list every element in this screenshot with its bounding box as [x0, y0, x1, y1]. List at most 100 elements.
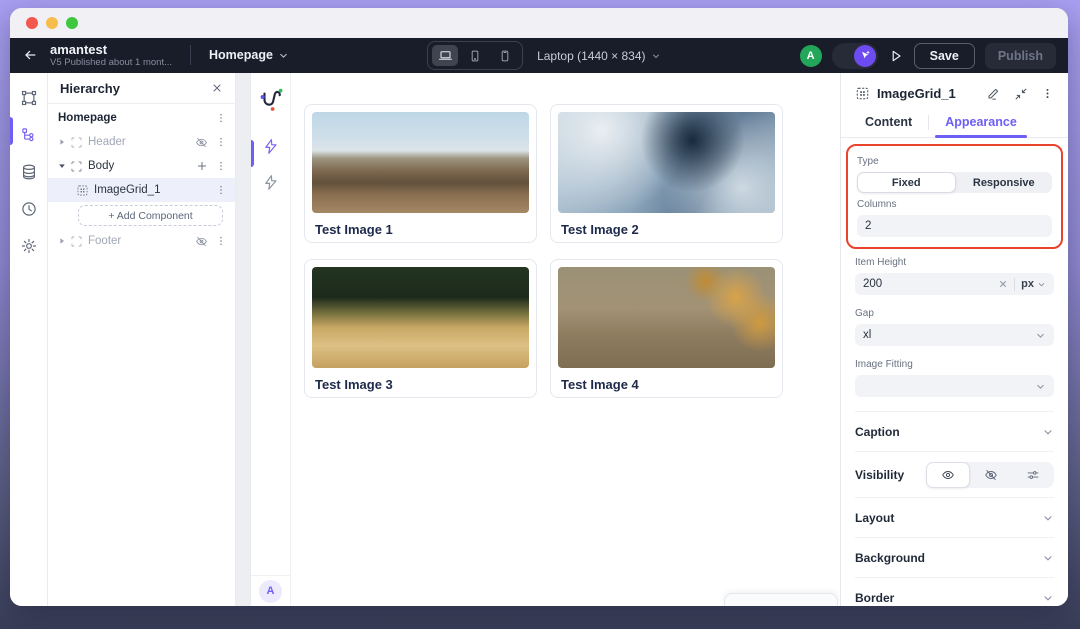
logo [258, 86, 284, 113]
device-laptop-button[interactable] [432, 45, 458, 66]
annotation-highlight: Type Fixed Responsive Columns 2 [846, 144, 1063, 249]
visibility-visible-button[interactable] [926, 462, 970, 488]
project-name: amantest [50, 43, 172, 57]
chevron-down-icon [1037, 280, 1046, 289]
caret-right-icon[interactable] [58, 138, 66, 146]
kebab-menu-icon[interactable] [215, 235, 227, 247]
frame-icon[interactable] [20, 89, 38, 107]
assistant-pill[interactable] [832, 43, 878, 69]
chevron-down-icon [1042, 426, 1054, 438]
image-grid-component: Test Image 1 Test Image 2 Test Image 3 T… [291, 73, 840, 606]
bottom-popover-partial[interactable] [724, 593, 838, 606]
save-button[interactable]: Save [914, 43, 975, 69]
app-window: amantest V5 Published about 1 mont... Ho… [10, 8, 1068, 606]
image-card[interactable]: Test Image 2 [550, 104, 783, 243]
minimize-window-button[interactable] [46, 17, 58, 29]
pencil-icon[interactable] [986, 86, 1001, 101]
section-layout[interactable]: Layout [855, 497, 1054, 537]
hierarchy-tree-icon[interactable] [20, 126, 38, 144]
tab-appearance[interactable]: Appearance [935, 107, 1027, 137]
device-phone-button[interactable] [492, 45, 518, 66]
kebab-menu-icon[interactable] [215, 112, 227, 124]
zoom-window-button[interactable] [66, 17, 78, 29]
caret-right-icon[interactable] [58, 237, 66, 245]
device-tablet-button[interactable] [462, 45, 488, 66]
columns-input[interactable]: 2 [857, 215, 1052, 237]
card-caption: Test Image 2 [561, 222, 775, 237]
chevron-down-icon [1042, 512, 1054, 524]
avatar[interactable]: A [259, 580, 282, 603]
type-label: Type [857, 156, 1052, 167]
image-fitting-select[interactable] [855, 375, 1054, 397]
chevron-down-icon [278, 50, 289, 61]
database-icon[interactable] [20, 163, 38, 181]
add-component-button[interactable]: + Add Component [78, 205, 223, 226]
collapse-icon[interactable] [1014, 87, 1028, 101]
edited-page: A Test Image 1 Test Image 2 Test Image 3 [250, 73, 840, 606]
laptop-icon [438, 48, 453, 63]
kebab-menu-icon[interactable] [215, 184, 227, 196]
history-clock-icon[interactable] [20, 200, 38, 218]
canvas-area: A Test Image 1 Test Image 2 Test Image 3 [236, 73, 840, 606]
divider [190, 45, 191, 65]
page-selector-dropdown[interactable]: Homepage [209, 48, 289, 62]
item-height-input[interactable]: 200 px [855, 273, 1054, 295]
image-card[interactable]: Test Image 4 [550, 259, 783, 398]
image-grid-icon [76, 184, 89, 197]
gap-label: Gap [855, 308, 1054, 319]
active-strip-indicator [251, 140, 254, 167]
section-caption[interactable]: Caption [855, 411, 1054, 451]
window-titlebar [10, 8, 1068, 38]
tree-row-imagegrid[interactable]: ImageGrid_1 [48, 178, 235, 202]
gear-icon[interactable] [20, 237, 38, 255]
sliders-icon [1026, 468, 1040, 482]
caret-down-icon[interactable] [58, 162, 66, 170]
section-background[interactable]: Background [855, 537, 1054, 577]
container-icon [70, 160, 83, 173]
kebab-menu-icon[interactable] [1041, 87, 1054, 100]
item-height-label: Item Height [855, 257, 1054, 268]
back-arrow-icon[interactable] [22, 47, 38, 63]
device-size-dropdown[interactable]: Laptop (1440 × 834) [537, 49, 661, 63]
type-option-fixed[interactable]: Fixed [857, 172, 956, 193]
eye-off-icon[interactable] [195, 136, 208, 149]
lightning-icon[interactable] [262, 174, 279, 191]
container-icon [70, 235, 83, 248]
tree-row-body[interactable]: Body [48, 154, 235, 178]
close-icon[interactable] [211, 82, 223, 94]
image-card[interactable]: Test Image 1 [304, 104, 537, 243]
tree-row-homepage[interactable]: Homepage [48, 106, 235, 130]
plus-icon[interactable] [196, 160, 208, 172]
close-window-button[interactable] [26, 17, 38, 29]
section-border[interactable]: Border [855, 577, 1054, 606]
type-option-responsive[interactable]: Responsive [956, 172, 1053, 193]
image-grid-icon [855, 86, 870, 101]
lightning-icon[interactable] [262, 138, 279, 155]
card-image [312, 267, 529, 368]
eye-off-icon[interactable] [195, 235, 208, 248]
image-card[interactable]: Test Image 3 [304, 259, 537, 398]
visibility-hidden-button[interactable] [970, 462, 1012, 488]
kebab-menu-icon[interactable] [215, 136, 227, 148]
tree-row-footer[interactable]: Footer [48, 229, 235, 253]
visibility-conditional-button[interactable] [1012, 462, 1054, 488]
hierarchy-panel-title: Hierarchy [60, 81, 120, 96]
gap-select[interactable]: xl [855, 324, 1054, 346]
ai-cursor-icon [854, 45, 876, 67]
inspector-panel: ImageGrid_1 Content Appearance Type Fixe… [840, 73, 1068, 606]
clear-x-icon[interactable] [998, 279, 1008, 289]
inspector-tabs: Content Appearance [841, 107, 1068, 138]
user-avatar[interactable]: A [800, 45, 822, 67]
divider [1014, 278, 1015, 291]
canvas-left-strip: A [251, 73, 291, 606]
kebab-menu-icon[interactable] [215, 160, 227, 172]
unit-dropdown[interactable]: px [1021, 278, 1046, 290]
chevron-down-icon [651, 51, 661, 61]
tree-row-header[interactable]: Header [48, 130, 235, 154]
eye-icon [941, 468, 955, 482]
play-icon[interactable] [888, 48, 904, 64]
tablet-icon [468, 49, 482, 63]
publish-button[interactable]: Publish [985, 43, 1056, 69]
tab-content[interactable]: Content [855, 107, 922, 137]
chevron-down-icon [1042, 592, 1054, 604]
